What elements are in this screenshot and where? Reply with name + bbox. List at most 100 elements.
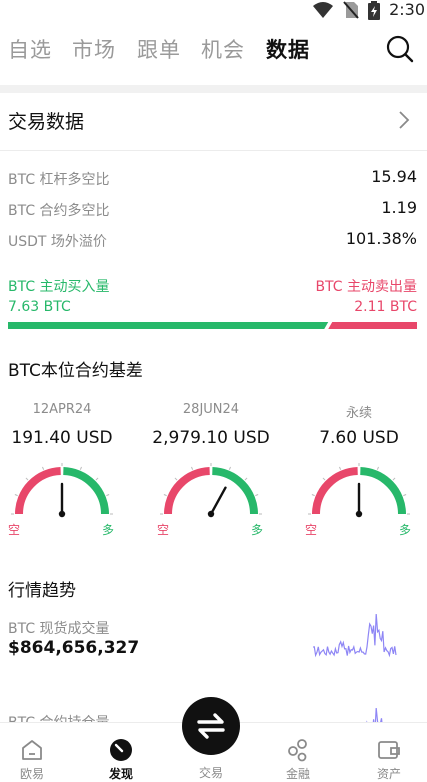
gauge-tick (376, 466, 379, 470)
home-icon (22, 740, 42, 760)
gauge-short-arc (15, 467, 61, 515)
gauge-tick (174, 477, 178, 481)
finance-icon (288, 739, 307, 762)
gauge-long-label: 多 (101, 523, 114, 537)
tab-markets[interactable]: 市场 (72, 34, 116, 64)
basis-value: 2,979.10 USD (152, 428, 270, 448)
gauge-short-label: 空 (305, 523, 318, 537)
stat-label: BTC 杠杆多空比 (8, 172, 110, 188)
status-time: 2:30 (389, 0, 425, 19)
gauge-tick (311, 494, 315, 497)
basis-value: 191.40 USD (11, 428, 113, 448)
gauge-long-label: 多 (398, 523, 411, 537)
sparkline-trace (313, 613, 397, 658)
contract-label: 28JUN24 (182, 402, 240, 417)
gauge-pivot (355, 510, 363, 518)
gauge-tick (42, 466, 45, 470)
contract-label: 12APR24 (32, 402, 92, 417)
thin-divider (0, 150, 427, 151)
gauge-tick (14, 494, 18, 497)
gauge-tick (392, 477, 396, 481)
basis-gauge-28jun24[interactable]: 28JUN24 2,979.10 USD 空 多 (151, 402, 271, 540)
basis-value: 7.60 USD (319, 428, 399, 448)
trading-data-title: 交易数据 (8, 111, 85, 133)
search-icon[interactable] (385, 34, 415, 64)
gauge-short-arc (312, 467, 358, 515)
tab-data[interactable]: 数据 (266, 34, 310, 64)
nav-label-trade: 交易 (198, 766, 223, 780)
nav-label: 欧易 (19, 767, 44, 781)
trend-label: BTC 现货成交量 (8, 621, 110, 637)
stat-value: 1.19 (381, 198, 417, 217)
stat-row-leverage-ratio: BTC 杠杆多空比 15.94 (8, 167, 417, 189)
tab-copy-trading[interactable]: 跟单 (137, 34, 181, 64)
gauge-tick (228, 466, 231, 470)
gauge-long-arc (360, 467, 406, 515)
stat-row-contract-ratio: BTC 合约多空比 1.19 (8, 198, 417, 220)
nav-item-home[interactable]: 欧易 (2, 723, 62, 782)
trading-data-header[interactable]: 交易数据 (8, 107, 419, 135)
gauge-tick (191, 466, 194, 470)
gauge-icon (308, 463, 410, 518)
gauge-tick (79, 466, 82, 470)
top-nav: 自选 市场 跟单 机会 数据 (0, 34, 427, 70)
sell-volume-value: 2.11 BTC (354, 299, 417, 315)
swap-icon (197, 713, 225, 739)
nav-item-assets[interactable]: 资产 (359, 723, 419, 782)
spot-volume-sparkline (313, 613, 397, 658)
basis-gauge-12apr24[interactable]: 12APR24 191.40 USD 空 多 (2, 402, 122, 540)
gauge-tick (244, 477, 248, 481)
stat-value: 15.94 (371, 167, 417, 186)
stat-label: USDT 场外溢价 (8, 234, 107, 250)
gauge-tick (163, 494, 167, 497)
discover-icon (110, 739, 132, 761)
basis-gauge-perpetual[interactable]: 永续 7.60 USD 空 多 (299, 402, 419, 540)
wallet-icon (378, 741, 400, 759)
nav-label: 发现 (108, 767, 133, 781)
nav-item-discover[interactable]: 发现 (91, 723, 151, 782)
gauge-long-label: 多 (250, 523, 263, 537)
gauge-long-arc (63, 467, 109, 515)
trade-button[interactable] (182, 697, 240, 755)
buy-volume-value: 7.63 BTC (8, 299, 71, 315)
basis-title: BTC本位合约基差 (8, 361, 143, 381)
gauge-tick (25, 477, 29, 481)
chevron-right-icon (399, 111, 410, 129)
gauge-long-arc (212, 467, 258, 515)
gauge-short-label: 空 (157, 523, 170, 537)
gauge-needle (209, 486, 227, 516)
nav-item-finance[interactable]: 金融 (268, 723, 328, 782)
gauge-tick (255, 494, 259, 497)
gauge-pivot (207, 510, 215, 518)
battery-icon (368, 1, 380, 20)
trend-row-spot-volume[interactable]: BTC 现货成交量 $864,656,327 (8, 613, 417, 678)
section-divider (0, 85, 427, 93)
tab-watchlist[interactable]: 自选 (8, 34, 52, 64)
stat-label: BTC 合约多空比 (8, 203, 110, 219)
gauge-tick (322, 477, 326, 481)
gauge-icon (160, 463, 262, 518)
sell-ratio-segment (328, 322, 417, 329)
gauge-short-label: 空 (8, 523, 21, 537)
buy-ratio-segment (8, 322, 329, 329)
buy-volume-label: BTC 主动买入量 (8, 279, 110, 295)
wifi-icon (313, 2, 333, 18)
gauge-tick (106, 494, 110, 497)
gauge-icon (11, 463, 113, 518)
no-sim-icon (343, 1, 359, 19)
trend-value: $864,656,327 (8, 638, 140, 658)
trend-title: 行情趋势 (8, 581, 76, 601)
status-bar: 2:30 (0, 0, 427, 22)
tab-opportunities[interactable]: 机会 (201, 34, 245, 64)
nav-label: 金融 (285, 767, 310, 781)
gauge-tick (403, 494, 407, 497)
gauge-pivot (58, 510, 66, 518)
sell-volume-label: BTC 主动卖出量 (315, 279, 417, 295)
nav-label: 资产 (376, 767, 401, 781)
gauge-tick (339, 466, 342, 470)
taker-flow: BTC 主动买入量 BTC 主动卖出量 7.63 BTC 2.11 BTC (8, 276, 417, 334)
contract-label: 永续 (345, 406, 372, 421)
buy-sell-ratio-bar (8, 322, 417, 329)
stat-value: 101.38% (345, 229, 417, 248)
stat-row-otc-premium: USDT 场外溢价 101.38% (8, 229, 417, 251)
